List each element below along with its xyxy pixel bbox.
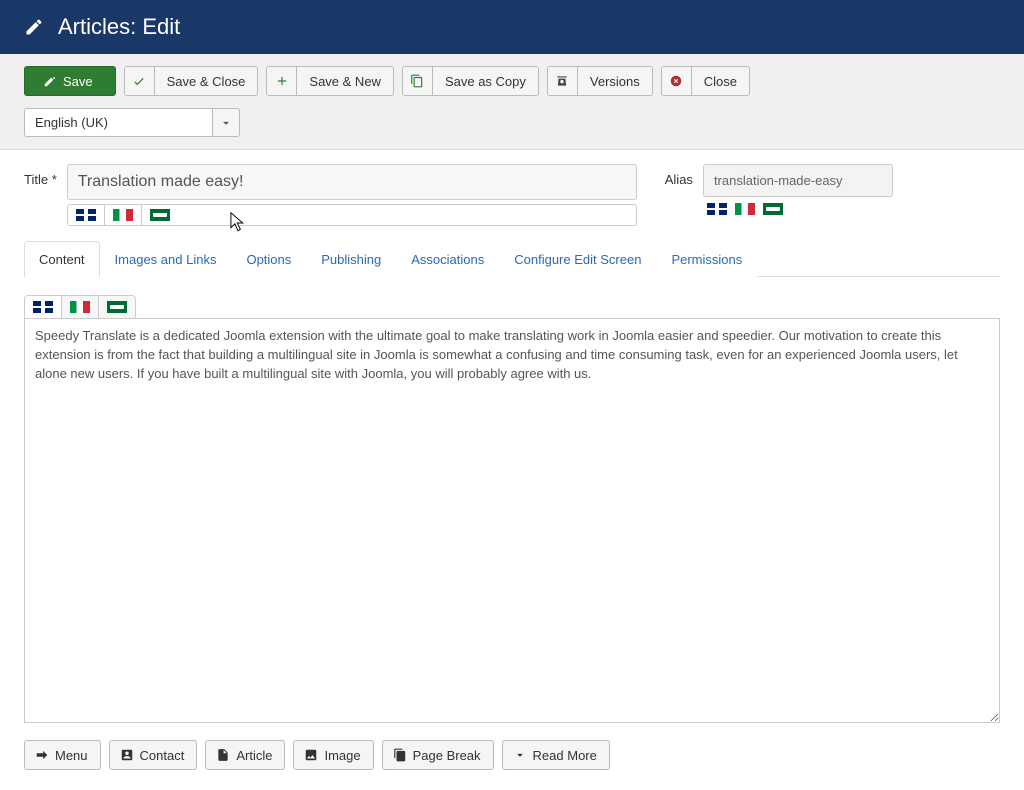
share-icon (35, 748, 49, 762)
toolbar: Save Save & Close Save & New Save as Cop… (0, 54, 1024, 150)
archive-icon (555, 74, 569, 88)
chevron-down-icon (513, 748, 527, 762)
pencil-icon (24, 17, 44, 37)
check-icon (132, 74, 146, 88)
copy-icon (410, 74, 424, 88)
flag-uk (703, 201, 731, 217)
save-new-button[interactable]: Save & New (266, 66, 394, 96)
language-select[interactable]: English (UK) (24, 108, 240, 137)
chevron-down-icon (212, 108, 240, 137)
title-label: Title * (24, 164, 57, 187)
page-title: Articles: Edit (58, 14, 180, 40)
insert-menu-button[interactable]: Menu (24, 740, 101, 770)
editor-insert-buttons: Menu Contact Article Image Page Break Re… (24, 740, 1000, 770)
tab-content[interactable]: Content (24, 241, 100, 277)
flag-it[interactable] (62, 296, 99, 318)
insert-article-button[interactable]: Article (205, 740, 285, 770)
file-icon (216, 748, 230, 762)
save-button[interactable]: Save (24, 66, 116, 96)
tab-publishing[interactable]: Publishing (306, 241, 396, 277)
contact-icon (120, 748, 134, 762)
alias-label: Alias (665, 164, 693, 187)
editor-language-tabs (24, 295, 136, 318)
page-header: Articles: Edit (0, 0, 1024, 54)
tabs: Content Images and Links Options Publish… (24, 240, 1000, 277)
insert-image-button[interactable]: Image (293, 740, 373, 770)
save-close-button[interactable]: Save & Close (124, 66, 259, 96)
alias-language-flags (703, 201, 893, 217)
flag-it (731, 201, 759, 217)
save-copy-button[interactable]: Save as Copy (402, 66, 539, 96)
close-button[interactable]: Close (661, 66, 750, 96)
tab-options[interactable]: Options (231, 241, 306, 277)
tab-associations[interactable]: Associations (396, 241, 499, 277)
insert-readmore-button[interactable]: Read More (502, 740, 610, 770)
flag-ar (759, 201, 787, 217)
flag-uk[interactable] (25, 296, 62, 318)
insert-pagebreak-button[interactable]: Page Break (382, 740, 494, 770)
alias-input[interactable] (703, 164, 893, 197)
flag-ar[interactable] (99, 296, 135, 318)
tab-configure[interactable]: Configure Edit Screen (499, 241, 656, 277)
flag-it[interactable] (105, 205, 142, 225)
flag-ar[interactable] (142, 205, 178, 225)
content-editor[interactable] (24, 318, 1000, 723)
title-language-tabs (67, 204, 637, 226)
flag-uk[interactable] (68, 205, 105, 225)
title-input[interactable] (67, 164, 637, 200)
versions-button[interactable]: Versions (547, 66, 653, 96)
check-pencil-icon (43, 74, 57, 88)
insert-contact-button[interactable]: Contact (109, 740, 198, 770)
tab-permissions[interactable]: Permissions (656, 241, 757, 277)
copy-icon (393, 748, 407, 762)
tab-images-links[interactable]: Images and Links (100, 241, 232, 277)
close-icon (669, 74, 683, 88)
image-icon (304, 748, 318, 762)
language-select-value: English (UK) (24, 108, 212, 137)
plus-icon (275, 74, 289, 88)
